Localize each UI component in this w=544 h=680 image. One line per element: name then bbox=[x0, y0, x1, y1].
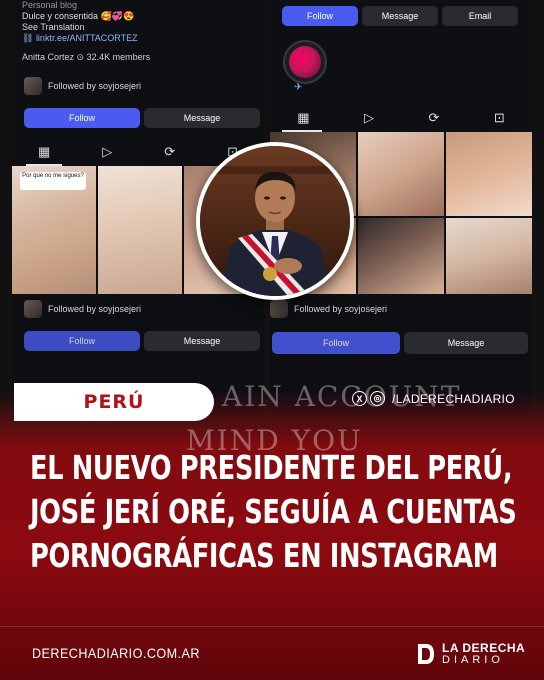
message-button[interactable]: Message bbox=[144, 108, 260, 128]
tagged-icon[interactable]: ⊡ bbox=[494, 110, 505, 126]
profile-tabs: ▦ ▷ ⟳ ⊡ bbox=[270, 108, 532, 128]
post-thumbnail[interactable] bbox=[98, 166, 182, 294]
email-button[interactable]: Email bbox=[442, 6, 518, 26]
news-graphic: Personal blog Dulce y consentida 🥰💞😍 See… bbox=[0, 0, 544, 680]
bio-line: Dulce y consentida 🥰💞😍 bbox=[22, 11, 135, 21]
avatar bbox=[24, 77, 42, 95]
reels-icon[interactable]: ▷ bbox=[102, 144, 112, 160]
brand-line2: DIARIO bbox=[442, 654, 504, 666]
country-tag-label: PERÚ bbox=[83, 391, 145, 413]
bio-line: See Translation bbox=[22, 22, 85, 32]
footer-url: DERECHADIARIO.COM.AR bbox=[32, 645, 200, 661]
post-thumbnail[interactable] bbox=[358, 218, 444, 294]
brand-d-icon bbox=[418, 644, 434, 664]
message-button[interactable]: Message bbox=[404, 332, 528, 354]
portrait-illustration bbox=[200, 146, 350, 296]
thumb-caption: Por que no me sigues? bbox=[22, 173, 84, 179]
post-thumbnail[interactable] bbox=[446, 218, 532, 294]
avatar bbox=[270, 300, 288, 318]
headline-line: PORNOGRÁFICAS EN INSTAGRAM bbox=[30, 536, 498, 575]
follow-button[interactable]: Follow bbox=[272, 332, 400, 354]
followed-by-text: Followed by soyjosejeri bbox=[294, 304, 388, 314]
post-thumbnail[interactable] bbox=[446, 132, 532, 216]
footer-divider bbox=[0, 626, 544, 627]
headline-line: JOSÉ JERÍ ORÉ, SEGUÍA A CUENTAS bbox=[30, 492, 517, 531]
country-tag: PERÚ bbox=[14, 383, 214, 421]
thumb-caption-box: Por que no me sigues? bbox=[20, 172, 86, 190]
bio-line: Personal blog bbox=[22, 0, 78, 10]
post-thumbnail[interactable]: Por que no me sigues? bbox=[12, 166, 96, 294]
avatar bbox=[24, 300, 42, 318]
reels-icon[interactable]: ▷ bbox=[364, 110, 374, 126]
headline: EL NUEVO PRESIDENTE DEL PERÚ, JOSÉ JERÍ … bbox=[30, 446, 530, 578]
follow-button[interactable]: Follow bbox=[24, 108, 140, 128]
social-handle: X ◎ /LADERECHADIARIO bbox=[352, 391, 515, 406]
reposts-icon[interactable]: ⟳ bbox=[428, 110, 439, 126]
brand-logo: LA DERECHA DIARIO bbox=[416, 642, 525, 666]
followed-by: Followed by soyjosejeri bbox=[24, 300, 141, 318]
president-portrait bbox=[196, 142, 354, 300]
followed-by: Followed by soyjosejeri bbox=[24, 77, 141, 95]
profile-bio: Personal blog Dulce y consentida 🥰💞😍 See… bbox=[22, 0, 138, 44]
followed-by-text: Followed by soyjosejeri bbox=[48, 304, 142, 314]
post-thumbnail[interactable] bbox=[358, 132, 444, 216]
instagram-icon: ◎ bbox=[370, 391, 385, 406]
grid-icon[interactable]: ▦ bbox=[297, 110, 309, 126]
message-button[interactable]: Message bbox=[362, 6, 438, 26]
brand-line1: LA DERECHA bbox=[442, 641, 526, 655]
reposts-icon[interactable]: ⟳ bbox=[164, 144, 175, 160]
followed-by: Followed by soyjosejeri bbox=[270, 300, 387, 318]
social-handle-text: /LADERECHADIARIO bbox=[392, 391, 515, 406]
follow-button[interactable]: Follow bbox=[282, 6, 358, 26]
headline-line: EL NUEVO PRESIDENTE DEL PERÚ, bbox=[30, 448, 513, 487]
members-count: Anitta Cortez ⊙ 32.4K members bbox=[22, 52, 151, 62]
profile-avatar[interactable] bbox=[283, 40, 327, 84]
message-button[interactable]: Message bbox=[144, 331, 260, 351]
grid-icon[interactable]: ▦ bbox=[38, 144, 50, 160]
x-icon: X bbox=[352, 391, 367, 406]
followed-by-text: Followed by soyjosejeri bbox=[48, 81, 142, 91]
bio-link[interactable]: ⛓ linktr.ee/ANITTACORTEZ bbox=[22, 33, 138, 44]
follow-button[interactable]: Follow bbox=[24, 331, 140, 351]
